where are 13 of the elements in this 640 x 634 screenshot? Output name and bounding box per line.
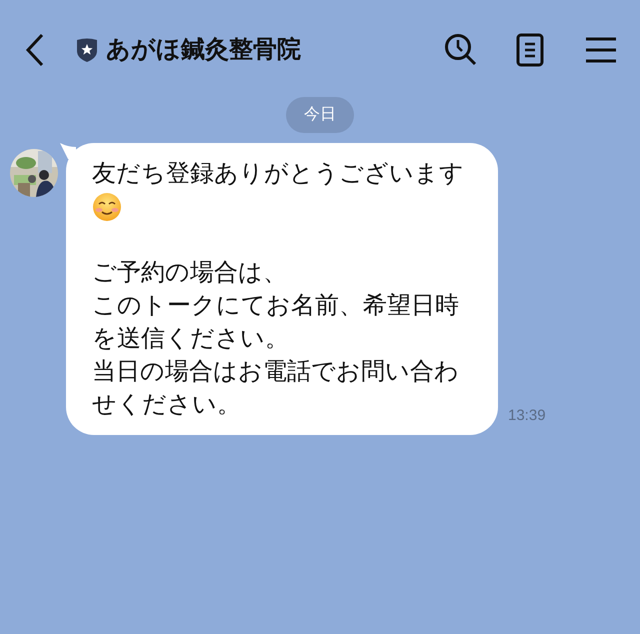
message-text: 友だち登録ありがとうございます [92, 159, 465, 189]
date-badge: 今日 [286, 97, 354, 133]
smiling-face-icon [92, 192, 122, 222]
chat-title: あがほ鍼灸整骨院 [106, 35, 301, 65]
message-text: このトークにてお名前、希望日時を送信ください。 [92, 291, 460, 354]
message-text: 当日の場合はお電話でお問い合わせください。 [92, 357, 460, 420]
notes-icon[interactable] [516, 33, 544, 67]
menu-icon[interactable] [586, 37, 616, 63]
search-icon[interactable] [444, 33, 478, 67]
message-time: 13:39 [508, 406, 546, 426]
shield-star-icon [76, 37, 98, 63]
message-text: ご予約の場合は、 [92, 258, 288, 288]
back-icon[interactable] [24, 33, 46, 67]
